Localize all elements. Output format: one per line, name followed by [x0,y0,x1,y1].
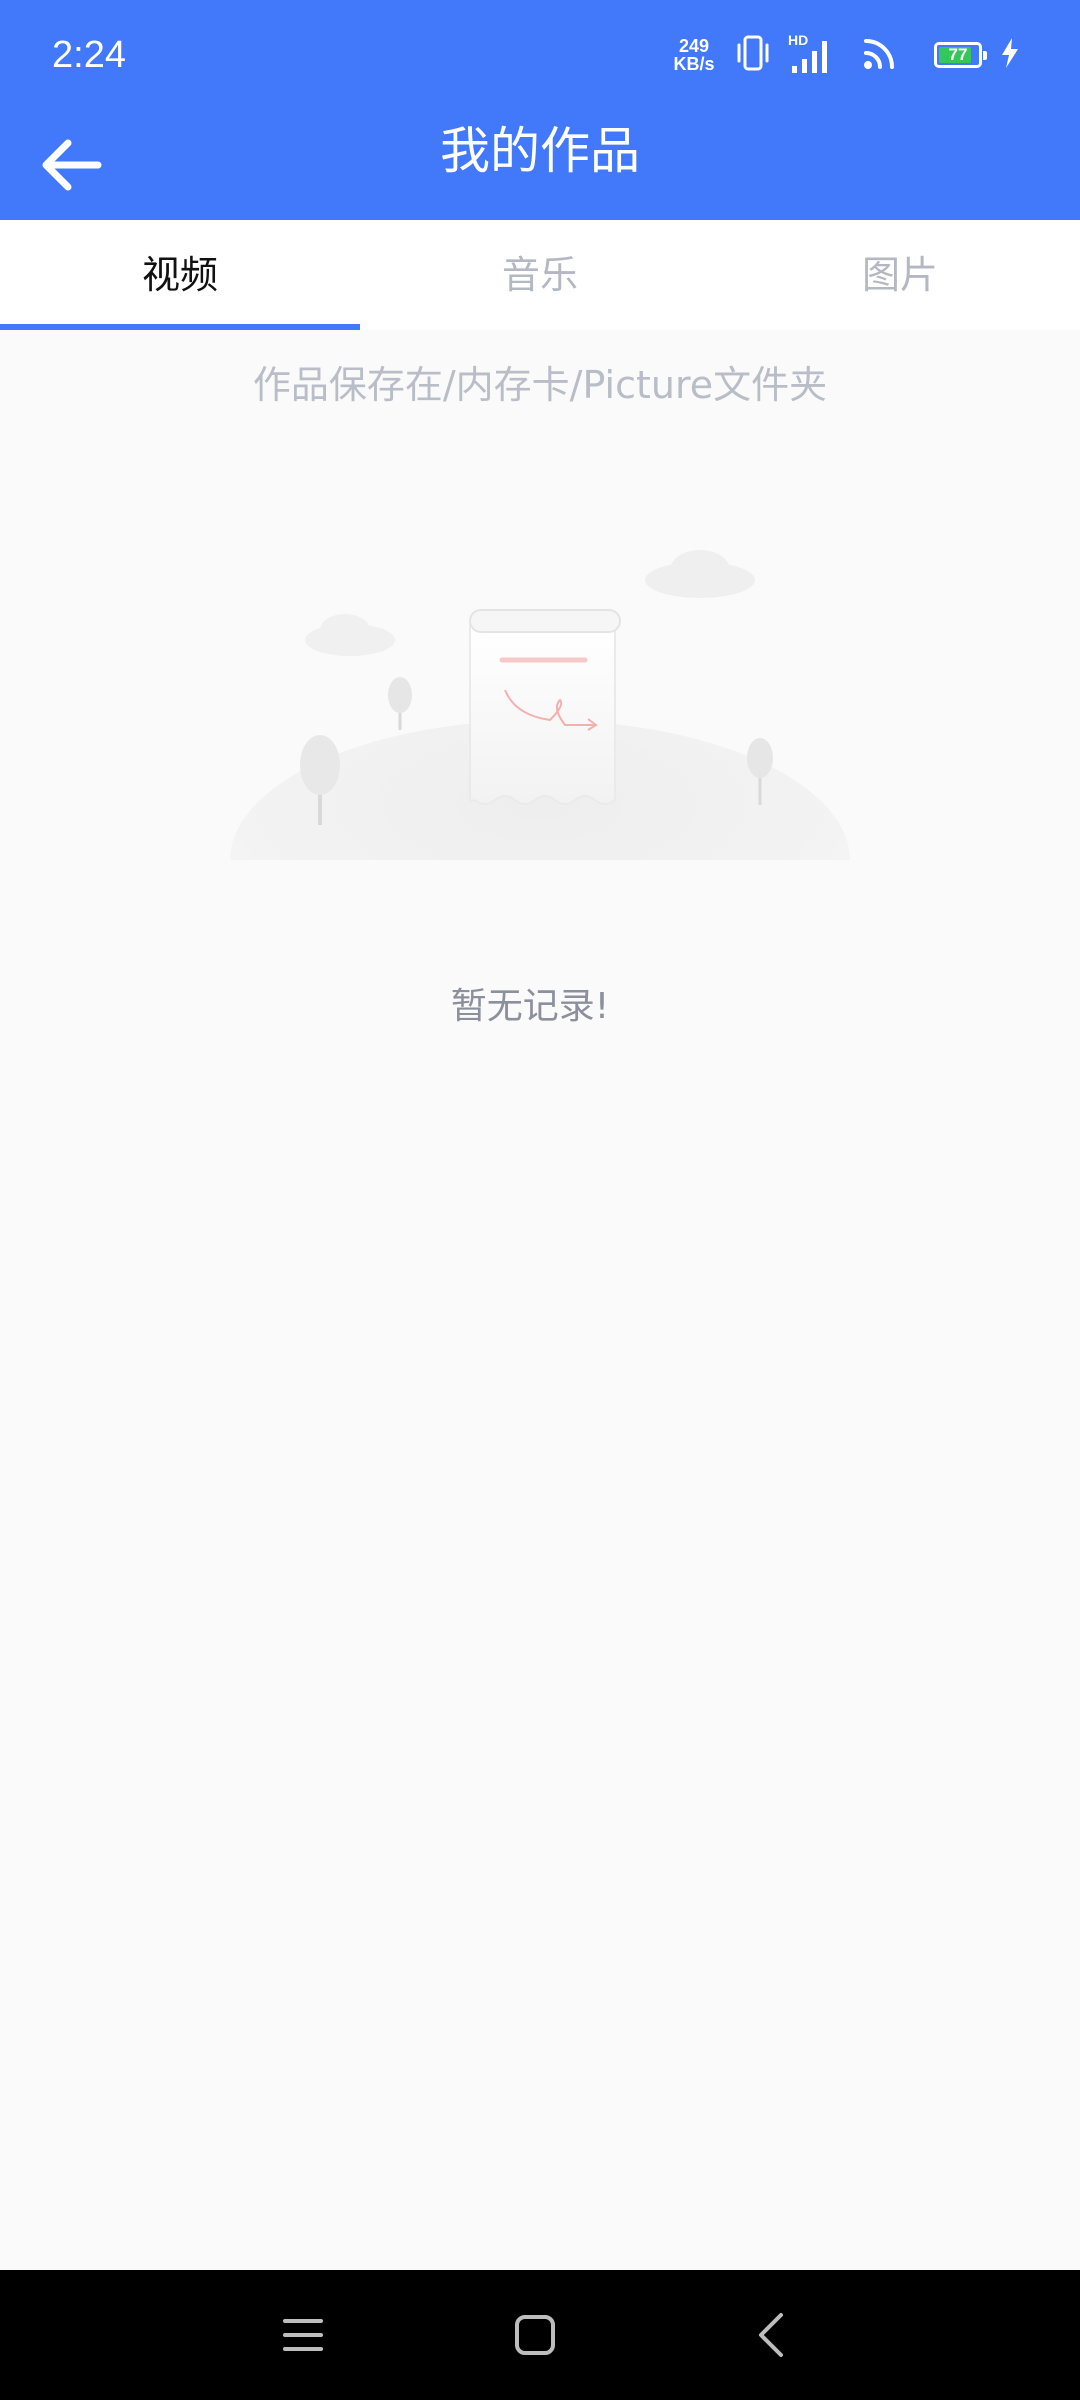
back-icon [759,2313,783,2357]
vibrate-icon [736,33,770,77]
page-title: 我的作品 [440,122,640,180]
save-location-hint: 作品保存在/内存卡/Picture文件夹 [252,363,828,407]
battery-level: 77 [948,45,968,64]
status-bar: 2:24 249 KB/s HD 77 [0,0,1080,110]
tab-video[interactable]: 视频 [0,220,360,330]
network-speed-value: 249 [678,36,710,56]
empty-state-message: 暂无记录! [450,986,610,1027]
tab-music[interactable]: 音乐 [360,220,720,330]
signal-icon: HD [788,33,832,77]
network-speed-unit: KB/s [673,54,715,74]
home-icon [515,2315,555,2355]
menu-button[interactable] [273,2305,333,2365]
tab-pictures[interactable]: 图片 [720,220,1080,330]
tab-video-label: 视频 [141,253,218,297]
empty-scroll-illustration [220,530,860,1000]
app-header: 2:24 249 KB/s HD 77 我的作品 [0,0,1080,220]
network-speed: 249 KB/s [670,37,718,73]
title-bar: 我的作品 [0,110,1080,220]
tab-bar: 视频 音乐 图片 [0,220,1080,330]
home-button[interactable] [505,2305,565,2365]
nav-back-button[interactable] [740,2305,800,2365]
status-time: 2:24 [52,34,126,76]
tab-music-label: 音乐 [501,253,578,297]
wifi-icon [860,33,900,77]
system-nav-bar [0,2270,1080,2400]
battery-icon: 77 [934,42,987,68]
tab-pictures-label: 图片 [861,253,938,297]
status-icons: 249 KB/s HD 77 [670,30,1020,80]
menu-icon [283,2319,323,2351]
charging-icon [1000,37,1020,73]
tab-active-indicator [0,324,360,330]
